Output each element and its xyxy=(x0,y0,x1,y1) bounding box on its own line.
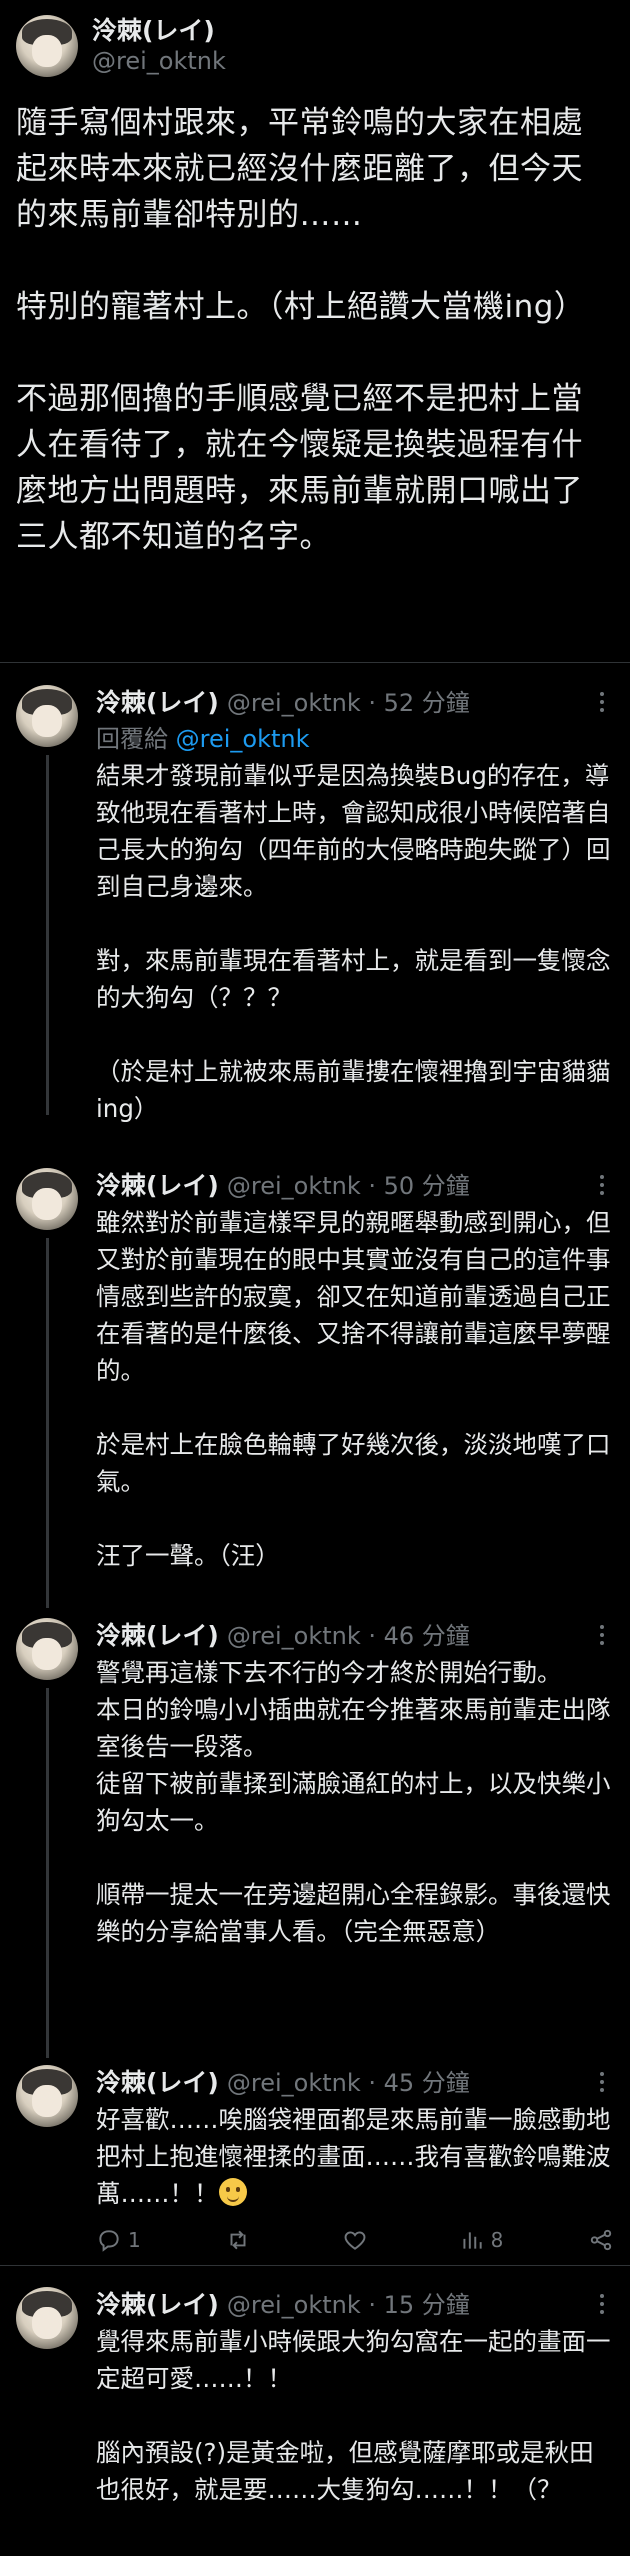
retweet-button[interactable] xyxy=(225,2227,257,2253)
reply-text: 結果才發現前輩似乎是因為換裝Bug的存在，導致他現在看著村上時，會認知成很小時候… xyxy=(96,761,611,1123)
author-display-name[interactable]: 泠棘(レイ) xyxy=(96,1171,219,1201)
reply-header: 泠棘(レイ) @rei_oktnk · 52 分鐘 xyxy=(96,685,614,721)
views-button[interactable]: 8 xyxy=(459,2227,504,2253)
tweet-actions: 1 8 xyxy=(96,2222,614,2258)
retweet-icon xyxy=(230,2230,246,2250)
reply-header: 泠棘(レイ) @rei_oktnk · 15 分鐘 xyxy=(96,2287,614,2323)
author-handle[interactable]: @rei_oktnk xyxy=(92,46,226,76)
avatar[interactable] xyxy=(16,15,78,77)
reply-header: 泠棘(レイ) @rei_oktnk · 45 分鐘 xyxy=(96,2065,614,2101)
divider xyxy=(0,2265,630,2266)
avatar[interactable] xyxy=(16,1168,78,1230)
reply-tweet[interactable]: 泠棘(レイ) @rei_oktnk · 15 分鐘 覺得來馬前輩小時候跟大狗勾窩… xyxy=(16,2287,614,2556)
more-options-icon[interactable] xyxy=(590,2289,614,2319)
reply-header: 泠棘(レイ) @rei_oktnk · 50 分鐘 xyxy=(96,1168,614,1204)
thread-line xyxy=(46,1688,49,2058)
views-chart-icon xyxy=(463,2232,482,2249)
author-meta[interactable]: @rei_oktnk · 52 分鐘 xyxy=(227,685,470,721)
thread-line xyxy=(46,755,49,1115)
reply-text: 警覺再這樣下去不行的今才終於開始行動。 本日的鈴鳴小小插曲就在今推著來馬前輩走出… xyxy=(96,1658,611,1946)
author-display-name[interactable]: 泠棘(レイ) xyxy=(96,1621,219,1651)
smiling-face-with-tear-icon xyxy=(218,2178,247,2206)
reply-header: 泠棘(レイ) @rei_oktnk · 46 分鐘 xyxy=(96,1618,614,1654)
author-display-name[interactable]: 泠棘(レイ) xyxy=(96,688,219,718)
reply-to-mention[interactable]: @rei_oktnk xyxy=(176,725,310,753)
reply-text: 覺得來馬前輩小時候跟大狗勾窩在一起的畫面一定超可愛……！！ 腦內預設(?)是黃金… xyxy=(96,2327,611,2504)
main-tweet[interactable]: 泠棘(レイ) @rei_oktnk 隨手寫個村跟來，平常鈴鳴的大家在相處起來時本… xyxy=(0,0,630,560)
reply-count: 1 xyxy=(128,2228,141,2252)
reply-icon xyxy=(99,2230,119,2252)
reply-text: 雖然對於前輩這樣罕見的親暱舉動感到開心，但又對於前輩現在的眼中其實並沒有自己的這… xyxy=(96,1208,611,1570)
reply-to-line: 回覆給 @rei_oktnk xyxy=(96,721,614,757)
author-display-name[interactable]: 泠棘(レイ) xyxy=(96,2290,219,2320)
avatar[interactable] xyxy=(16,685,78,747)
more-options-icon[interactable] xyxy=(590,1170,614,1200)
reply-tweet[interactable]: 泠棘(レイ) @rei_oktnk · 50 分鐘 雖然對於前輩這樣罕見的親暱舉… xyxy=(16,1168,614,1608)
reply-tweet[interactable]: 泠棘(レイ) @rei_oktnk · 52 分鐘 回覆給 @rei_oktnk… xyxy=(16,685,614,1123)
main-tweet-header: 泠棘(レイ) @rei_oktnk xyxy=(16,12,614,80)
author-meta[interactable]: @rei_oktnk · 46 分鐘 xyxy=(227,1618,470,1654)
tweet-thread-page: 泠棘(レイ) @rei_oktnk 隨手寫個村跟來，平常鈴鳴的大家在相處起來時本… xyxy=(0,0,630,2556)
heart-icon xyxy=(344,2231,366,2250)
reply-text-body: 好喜歡……唉腦袋裡面都是來馬前輩一臉感動地把村上抱進懷裡揉的畫面……我有喜歡鈴鳴… xyxy=(96,2105,611,2208)
more-options-icon[interactable] xyxy=(590,1620,614,1650)
author-display-name[interactable]: 泠棘(レイ) xyxy=(96,2068,219,2098)
thread-line xyxy=(46,1238,49,1608)
avatar[interactable] xyxy=(16,1618,78,1680)
author-display-name[interactable]: 泠棘(レイ) xyxy=(92,16,226,46)
reply-text: 好喜歡……唉腦袋裡面都是來馬前輩一臉感動地把村上抱進懷裡揉的畫面……我有喜歡鈴鳴… xyxy=(96,2101,614,2212)
author-meta[interactable]: @rei_oktnk · 45 分鐘 xyxy=(227,2065,470,2101)
reply-to-label: 回覆給 xyxy=(96,725,168,753)
reply-button[interactable]: 1 xyxy=(96,2227,141,2253)
share-button[interactable] xyxy=(588,2227,614,2253)
divider xyxy=(0,662,630,663)
author-meta[interactable]: @rei_oktnk · 50 分鐘 xyxy=(227,1168,470,1204)
avatar[interactable] xyxy=(16,2287,78,2349)
like-button[interactable] xyxy=(342,2227,374,2253)
share-icon xyxy=(590,2229,612,2251)
reply-tweet[interactable]: 泠棘(レイ) @rei_oktnk · 45 分鐘 好喜歡……唉腦袋裡面都是來馬… xyxy=(16,2065,614,2285)
reply-tweet[interactable]: 泠棘(レイ) @rei_oktnk · 46 分鐘 警覺再這樣下去不行的今才終於… xyxy=(16,1618,614,2058)
author-meta[interactable]: @rei_oktnk · 15 分鐘 xyxy=(227,2287,470,2323)
more-options-icon[interactable] xyxy=(590,2067,614,2097)
author-block: 泠棘(レイ) @rei_oktnk xyxy=(92,16,226,76)
views-count: 8 xyxy=(490,2228,504,2252)
avatar[interactable] xyxy=(16,2065,78,2127)
main-tweet-text: 隨手寫個村跟來，平常鈴鳴的大家在相處起來時本來就已經沒什麼距離了，但今天的來馬前… xyxy=(16,105,586,555)
more-options-icon[interactable] xyxy=(590,687,614,717)
